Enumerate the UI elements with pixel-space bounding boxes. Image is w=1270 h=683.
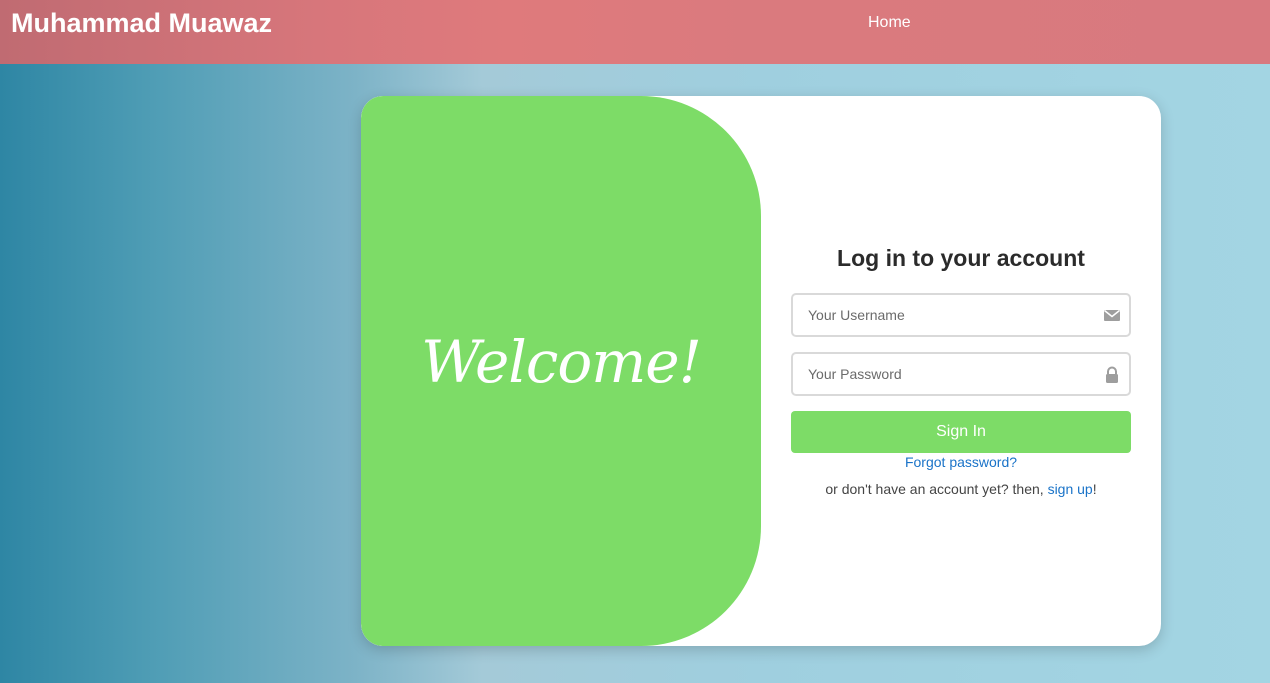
sign-up-link[interactable]: sign up	[1048, 481, 1093, 497]
login-title: Log in to your account	[837, 245, 1085, 271]
envelope-icon	[1103, 307, 1121, 323]
username-input[interactable]	[793, 295, 1093, 335]
lock-icon	[1103, 366, 1121, 383]
welcome-panel: Welcome!	[361, 96, 761, 646]
sign-in-button[interactable]: Sign In	[791, 411, 1131, 453]
password-field-wrapper	[791, 352, 1131, 396]
password-input[interactable]	[793, 354, 1093, 394]
signup-prompt: or don't have an account yet? then, sign…	[791, 481, 1131, 497]
username-field-wrapper	[791, 293, 1131, 337]
signup-prefix-text: or don't have an account yet? then,	[825, 481, 1048, 497]
signup-suffix-text: !	[1092, 481, 1097, 497]
brand-title: Muhammad Muawaz	[11, 8, 273, 38]
login-card: Welcome! Log in to your account Sign In	[361, 96, 1161, 646]
top-navbar: Muhammad Muawaz Home	[0, 0, 1270, 64]
nav-link-home[interactable]: Home	[868, 14, 911, 32]
welcome-heading: Welcome!	[421, 328, 702, 396]
forgot-password-link[interactable]: Forgot password?	[791, 454, 1131, 470]
login-form: Log in to your account Sign In Forgot pa…	[791, 96, 1131, 646]
